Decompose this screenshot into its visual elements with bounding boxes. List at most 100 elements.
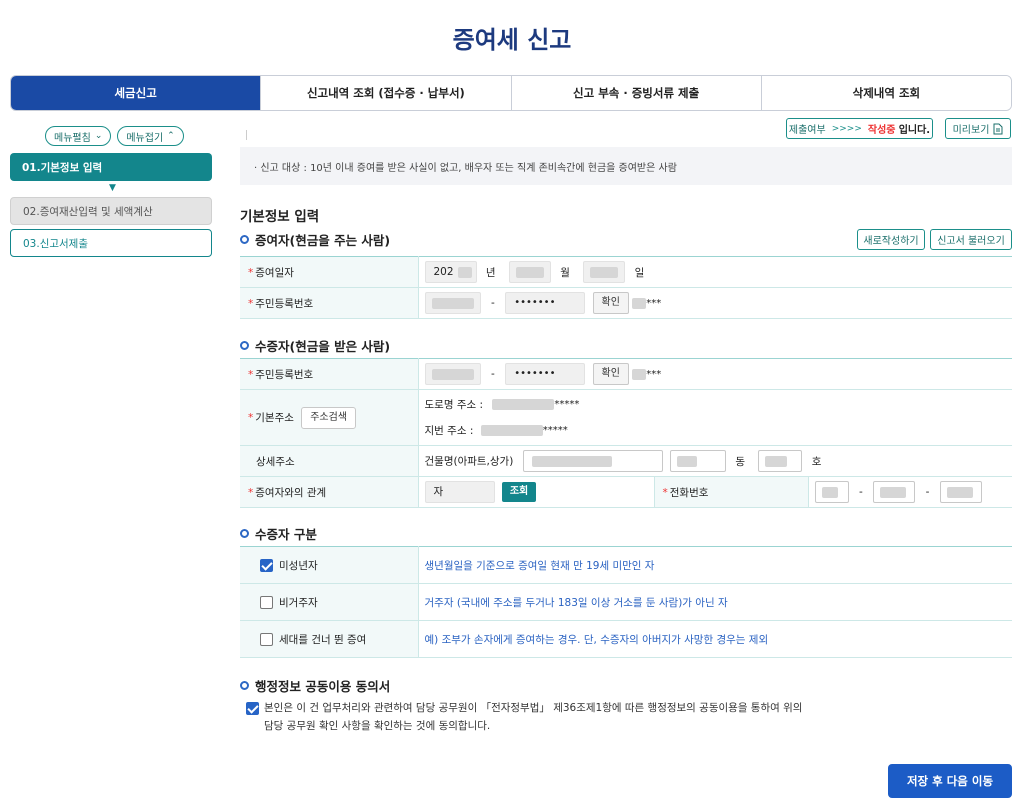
month-input[interactable] bbox=[508, 261, 551, 283]
recipient-heading-text: 수증자(현금을 받은 사람) bbox=[255, 339, 391, 354]
consent-line-2: 담당 공무원 확인 사항을 확인하는 것에 동의합니다. bbox=[264, 720, 491, 732]
category-generation-skip[interactable]: 세대를 건너 뛴 증여 bbox=[240, 620, 419, 658]
menu-expand-label: 메뉴펼침 bbox=[54, 132, 91, 144]
table-row: 세대를 건너 뛴 증여 예) 조부가 손자에게 증여하는 경우. 단, 수증자의… bbox=[240, 620, 1012, 658]
phone-part1-input[interactable] bbox=[814, 481, 849, 503]
nonresident-checkbox[interactable] bbox=[260, 596, 273, 609]
donation-date-cell: 202 년 월 일 bbox=[418, 256, 1012, 288]
base-address-label: * 기본주소 주소검색 bbox=[240, 389, 419, 446]
tab-attachment-submit[interactable]: 신고 부속 · 증빙서류 제출 bbox=[510, 76, 761, 110]
tab-filing-history[interactable]: 신고내역 조회 (접수증 · 납부서) bbox=[260, 76, 511, 110]
chevron-down-icon: ⌄ bbox=[94, 131, 103, 141]
month-unit: 월 bbox=[560, 266, 570, 279]
section-title: 기본정보 입력 bbox=[240, 209, 320, 225]
recipient-rrn-back-input[interactable]: ••••••• bbox=[505, 363, 586, 385]
minor-checkbox[interactable] bbox=[260, 559, 273, 572]
bullet-ring-icon bbox=[240, 681, 249, 690]
status-tail: 입니다. bbox=[898, 125, 931, 136]
menu-collapse-button[interactable]: 메뉴접기 ⌃ bbox=[117, 126, 184, 146]
generation-skip-checkbox[interactable] bbox=[260, 633, 273, 646]
table-row: * 증여일자 202 년 월 일 bbox=[240, 256, 1012, 288]
category-heading: 수증자 구분 bbox=[240, 524, 317, 543]
masked-name bbox=[632, 297, 647, 309]
recipient-table: * 주민등록번호 - ••••••• 확인 *** * 기본주소 주소검색 도로명 … bbox=[240, 358, 1012, 508]
phone-label: * 전화번호 bbox=[653, 476, 809, 508]
recipient-confirm-button[interactable]: 확인 bbox=[592, 363, 629, 385]
day-unit: 일 bbox=[634, 266, 645, 279]
relation-lookup-button[interactable]: 조회 bbox=[501, 482, 537, 502]
phone-cell: - - bbox=[808, 476, 1012, 508]
sidebar-step-basic-info[interactable]: 01.기본정보 입력 bbox=[10, 153, 212, 181]
main-tabs: 세금신고 신고내역 조회 (접수증 · 납부서) 신고 부속 · 증빙서류 제출… bbox=[10, 75, 1012, 111]
road-address-label: 도로명 주소 : bbox=[424, 398, 484, 411]
bullet-ring-icon bbox=[240, 341, 249, 350]
recipient-rrn-front-input[interactable] bbox=[424, 363, 481, 385]
donor-table: * 증여일자 202 년 월 일 * 주민등록번호 - ••••••• 확인 *** bbox=[240, 256, 1012, 319]
preview-button[interactable]: 미리보기 bbox=[945, 118, 1011, 139]
donor-confirm-mask: *** bbox=[646, 297, 662, 309]
load-return-button[interactable]: 신고서 불러오기 bbox=[930, 229, 1012, 250]
new-write-button[interactable]: 새로작성하기 bbox=[857, 229, 925, 250]
year-unit: 년 bbox=[485, 266, 496, 279]
phone-part3-input[interactable] bbox=[939, 481, 982, 503]
bullet-ring-icon bbox=[240, 235, 249, 244]
consent-checkbox[interactable] bbox=[246, 702, 259, 715]
recipient-rrn-label: * 주민등록번호 bbox=[240, 358, 419, 390]
document-icon bbox=[993, 123, 1003, 134]
address-search-button[interactable]: 주소검색 bbox=[301, 406, 357, 429]
donation-date-label: * 증여일자 bbox=[240, 256, 419, 288]
jibun-address-mask: ***** bbox=[542, 424, 568, 436]
category-nonresident[interactable]: 비거주자 bbox=[240, 583, 419, 621]
detail-address-label: 상세주소 bbox=[240, 445, 419, 477]
recipient-confirm-mask: *** bbox=[646, 368, 662, 380]
menu-expand-button[interactable]: 메뉴펼침 ⌄ bbox=[45, 126, 112, 146]
chevron-up-icon: ⌃ bbox=[167, 131, 175, 141]
table-row: * 주민등록번호 - ••••••• 확인 *** bbox=[240, 358, 1012, 390]
day-input[interactable] bbox=[583, 261, 626, 283]
phone-part2-input[interactable] bbox=[873, 481, 916, 503]
sidebar-step-submit[interactable]: 03.신고서제출 bbox=[10, 229, 212, 257]
ho-input[interactable] bbox=[758, 450, 803, 472]
relation-cell: 자 조회 bbox=[418, 476, 654, 508]
year-input[interactable]: 202 bbox=[424, 261, 477, 283]
tab-tax-filing[interactable]: 세금신고 bbox=[11, 76, 261, 110]
donor-rrn-cell: - ••••••• 확인 *** bbox=[418, 287, 1012, 319]
notice-box: · 신고 대상 : 10년 이내 증여를 받은 사실이 없고, 배우자 또는 직… bbox=[240, 147, 1012, 185]
status-state: 작성중 bbox=[867, 125, 896, 136]
table-row: * 주민등록번호 - ••••••• 확인 *** bbox=[240, 287, 1012, 319]
donor-confirm-button[interactable]: 확인 bbox=[592, 292, 629, 314]
step-down-arrow-icon: ▼ bbox=[109, 183, 116, 193]
donor-heading: 증여자(현금을 주는 사람) bbox=[240, 230, 390, 249]
donor-rrn-back-input[interactable]: ••••••• bbox=[505, 292, 586, 314]
submission-status: 제출여부 >>>> 작성중 입니다. bbox=[786, 118, 933, 139]
dong-unit: 동 bbox=[735, 455, 746, 468]
consent-agreement: 본인은 이 건 업무처리와 관련하여 담당 공무원이 「전자정부법」 제36조제… bbox=[246, 699, 802, 735]
building-label: 건물명(아파트,상가) bbox=[424, 455, 514, 468]
sidebar-step-property-input[interactable]: 02.증여재산입력 및 세액계산 bbox=[10, 197, 212, 225]
table-row: * 기본주소 주소검색 도로명 주소 : ***** 지번 주소 : ***** bbox=[240, 389, 1012, 446]
donor-rrn-front-input[interactable] bbox=[424, 292, 481, 314]
status-label: 제출여부 bbox=[788, 125, 826, 136]
detail-address-cell: 건물명(아파트,상가) 동 호 bbox=[418, 445, 1012, 477]
jibun-address-label: 지번 주소 : bbox=[424, 424, 474, 437]
tab-deleted-history[interactable]: 삭제내역 조회 bbox=[760, 76, 1011, 110]
divider bbox=[246, 130, 247, 140]
relation-label: * 증여자와의 관계 bbox=[240, 476, 419, 508]
preview-label: 미리보기 bbox=[952, 125, 990, 136]
category-minor[interactable]: 미성년자 bbox=[240, 546, 419, 584]
table-row: * 증여자와의 관계 자 조회 * 전화번호 - - bbox=[240, 476, 1012, 508]
base-address-cell: 도로명 주소 : ***** 지번 주소 : ***** bbox=[418, 389, 1012, 446]
relation-input[interactable]: 자 bbox=[424, 481, 495, 503]
dong-input[interactable] bbox=[670, 450, 726, 472]
category-heading-text: 수증자 구분 bbox=[255, 527, 317, 542]
building-input[interactable] bbox=[522, 450, 663, 472]
save-next-button[interactable]: 저장 후 다음 이동 bbox=[888, 764, 1012, 798]
category-nonresident-desc: 거주자 (국내에 주소를 두거나 183일 이상 거소를 둔 사람)가 아닌 자 bbox=[418, 583, 1012, 621]
recipient-heading: 수증자(현금을 받은 사람) bbox=[240, 336, 390, 355]
category-generation-skip-desc: 예) 조부가 손자에게 증여하는 경우. 단, 수증자의 아버지가 사망한 경우… bbox=[418, 620, 1012, 658]
page-title: 증여세 신고 bbox=[452, 26, 572, 54]
table-row: 상세주소 건물명(아파트,상가) 동 호 bbox=[240, 445, 1012, 477]
recipient-rrn-cell: - ••••••• 확인 *** bbox=[418, 358, 1012, 390]
category-table: 미성년자 생년월일을 기준으로 증여일 현재 만 19세 미만인 자 비거주자 … bbox=[240, 546, 1012, 658]
consent-line-1: 본인은 이 건 업무처리와 관련하여 담당 공무원이 「전자정부법」 제36조제… bbox=[264, 702, 803, 714]
